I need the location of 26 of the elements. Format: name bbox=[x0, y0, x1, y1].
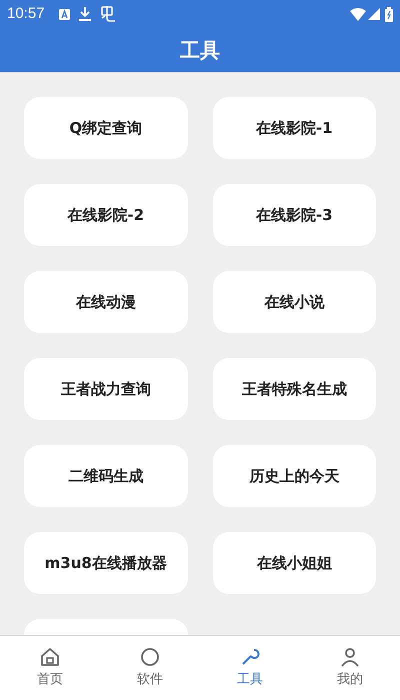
tool-button[interactable]: 在线动漫 bbox=[24, 271, 188, 333]
tool-button[interactable]: 在线影院-2 bbox=[24, 184, 188, 246]
signal-icon bbox=[368, 8, 380, 20]
tool-button[interactable]: 王者战力查询 bbox=[24, 358, 188, 420]
tool-button[interactable]: Q绑定查询 bbox=[24, 97, 188, 159]
nav-tab[interactable]: 首页 bbox=[0, 636, 100, 700]
person-icon bbox=[339, 646, 361, 668]
home-icon bbox=[39, 646, 61, 668]
wifi-icon bbox=[350, 8, 366, 20]
nav-tab[interactable]: 工具 bbox=[200, 636, 300, 700]
nav-tab[interactable]: 我的 bbox=[300, 636, 400, 700]
tool-button[interactable]: 在线小说 bbox=[212, 271, 376, 333]
battery-icon bbox=[385, 6, 393, 22]
tool-button[interactable]: 王者特殊名生成 bbox=[212, 358, 376, 420]
tool-button[interactable]: 在线影院-3 bbox=[212, 184, 376, 246]
tool-button[interactable]: 二维码生成 bbox=[24, 445, 188, 507]
status-time: 10:57 bbox=[7, 4, 45, 24]
tool-button[interactable]: 在线小姐姐 bbox=[212, 532, 376, 594]
notification-icon bbox=[58, 8, 70, 20]
download-icon bbox=[78, 7, 91, 21]
tool-button[interactable]: m3u8在线播放器 bbox=[24, 532, 188, 594]
tool-button[interactable]: 在线影院-1 bbox=[212, 97, 376, 159]
tool-button[interactable]: 历史上的今天 bbox=[212, 445, 376, 507]
page-title: 工具 bbox=[180, 37, 220, 64]
nav-tab[interactable]: 软件 bbox=[100, 636, 200, 700]
circle-icon bbox=[139, 646, 161, 668]
